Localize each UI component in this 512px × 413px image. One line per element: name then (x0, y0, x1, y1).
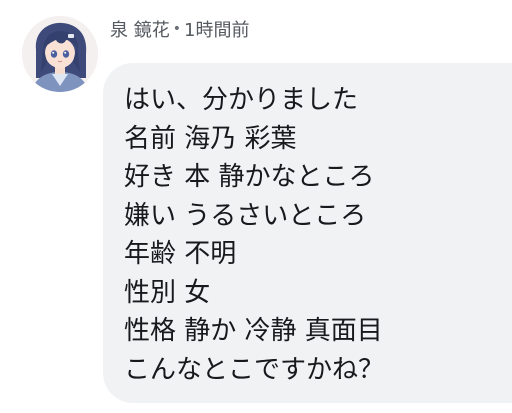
author-name[interactable]: 泉 鏡花 (110, 16, 170, 42)
message-line: こんなとこですかね？ (124, 354, 385, 385)
user-avatar[interactable] (22, 16, 98, 92)
message-line: 名前 海乃 彩葉 (124, 123, 297, 154)
message-line: 性格 静か 冷静 真面目 (124, 316, 383, 346)
chat-message: 泉 鏡花 • 1時間前 はい、分かりました 名前 海乃 彩葉 好き 本 静かなと… (0, 0, 512, 413)
meta-separator: • (172, 21, 181, 37)
message-bubble: はい、分かりました 名前 海乃 彩葉 好き 本 静かなところ 嫌い うるさいとこ… (103, 63, 512, 403)
message-line: 嫌い うるさいところ (124, 200, 367, 231)
avatar-image (22, 16, 98, 92)
message-line: 好き 本 静かなところ (124, 162, 375, 192)
message-timestamp: 1時間前 (184, 20, 250, 41)
message-line: はい、分かりました (124, 85, 359, 115)
message-line: 性別 女 (124, 277, 211, 308)
message-line: 年齢 不明 (124, 239, 237, 269)
message-header: 泉 鏡花 • 1時間前 (110, 15, 249, 43)
